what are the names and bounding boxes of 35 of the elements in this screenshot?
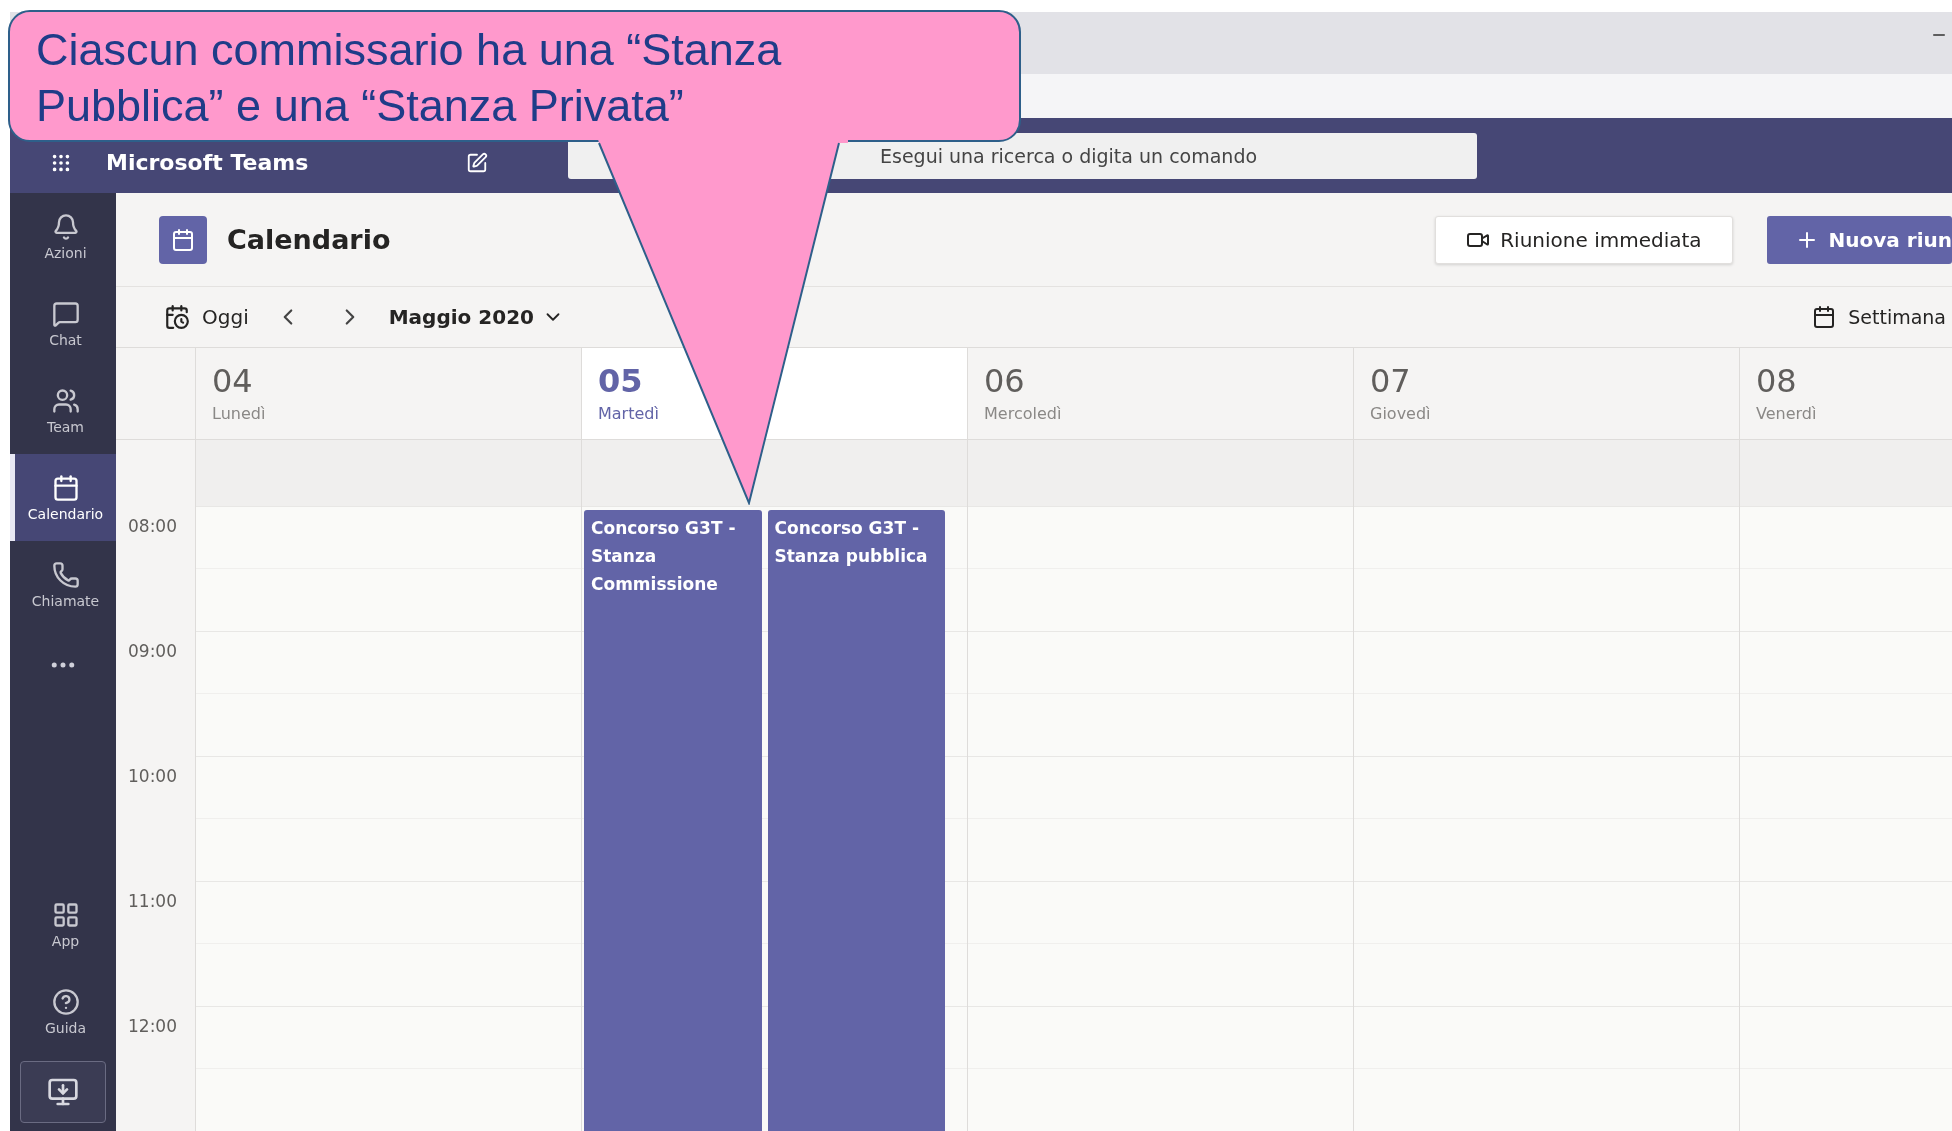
sidebar-item[interactable]: App bbox=[10, 881, 116, 968]
sidebar-item[interactable]: Azioni bbox=[10, 193, 116, 280]
sidebar-item[interactable]: Guida bbox=[10, 968, 116, 1055]
time-label: 10:00 bbox=[128, 766, 177, 786]
month-dropdown[interactable]: Maggio 2020 bbox=[388, 305, 564, 329]
calendar-icon bbox=[159, 215, 207, 264]
calendar-event[interactable]: Concorso G3T - Stanza pubblica bbox=[767, 510, 945, 1131]
time-label: 09:00 bbox=[128, 641, 177, 661]
compose-icon[interactable] bbox=[466, 151, 488, 174]
bell-icon bbox=[51, 212, 80, 241]
today-button[interactable]: Oggi bbox=[164, 304, 249, 330]
app-title: Microsoft Teams bbox=[106, 150, 310, 175]
download-button[interactable] bbox=[20, 1061, 106, 1123]
view-dropdown[interactable]: Settimana bbox=[1812, 305, 1946, 329]
page-title: Calendario bbox=[227, 224, 392, 255]
new-meeting-button[interactable]: Nuova riun bbox=[1766, 215, 1952, 264]
calendar-icon bbox=[164, 304, 190, 330]
time-label: 11:00 bbox=[128, 891, 177, 911]
sidebar-item[interactable]: Team bbox=[10, 367, 116, 454]
calendar-icon bbox=[1812, 305, 1837, 329]
callout: Ciascun commissario ha una “Stanza Pubblica” e una “Stanza Privata” bbox=[8, 10, 1021, 142]
sidebar-item[interactable]: Chiamate bbox=[10, 541, 116, 628]
download-icon bbox=[47, 1076, 79, 1108]
sidebar-item[interactable]: Calendario bbox=[10, 454, 116, 541]
people-icon bbox=[51, 386, 80, 415]
calendar-event[interactable]: Concorso G3T - Stanza Commissione bbox=[584, 510, 762, 1131]
time-label: 12:00 bbox=[128, 1016, 177, 1036]
meet-now-button[interactable]: Riunione immediata bbox=[1435, 215, 1733, 264]
help-icon bbox=[51, 987, 80, 1016]
chat-icon bbox=[51, 299, 80, 328]
phone-icon bbox=[51, 560, 80, 589]
apps-icon bbox=[51, 900, 80, 929]
sidebar-item[interactable]: Chat bbox=[10, 280, 116, 367]
calendar-icon bbox=[51, 473, 80, 502]
time-label: 08:00 bbox=[128, 516, 177, 536]
